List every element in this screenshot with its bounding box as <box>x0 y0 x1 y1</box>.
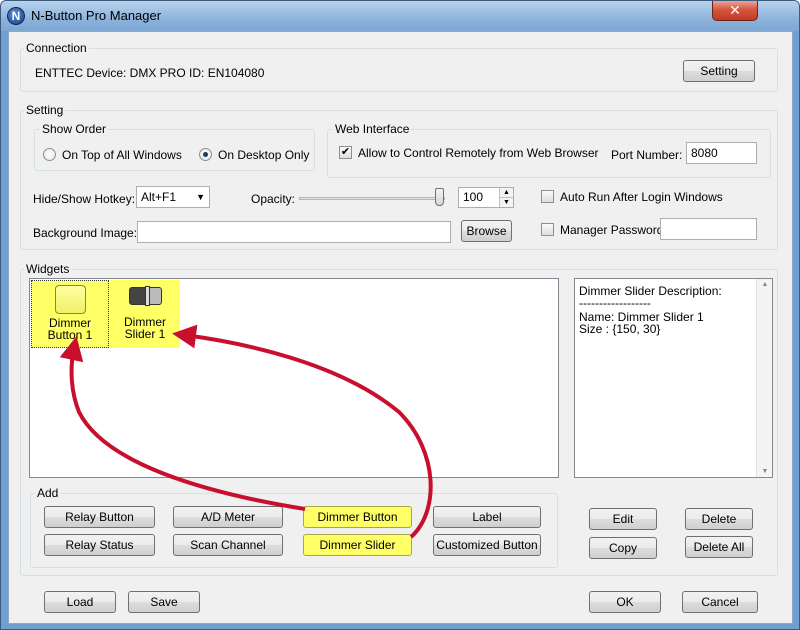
copy-button[interactable]: Copy <box>589 537 657 559</box>
browse-button[interactable]: Browse <box>461 220 512 242</box>
allow-remote-checkbox[interactable]: ✔ <box>339 146 352 159</box>
ok-button[interactable]: OK <box>589 591 661 613</box>
manager-password-checkbox[interactable] <box>541 223 554 236</box>
add-group-label: Add <box>35 486 61 500</box>
manager-password-input[interactable] <box>660 218 757 240</box>
opacity-spin-input[interactable]: 100 ▲ ▼ <box>458 187 514 208</box>
add-relay-status[interactable]: Relay Status <box>44 534 155 556</box>
save-button[interactable]: Save <box>128 591 200 613</box>
device-info-text: ENTTEC Device: DMX PRO ID: EN104080 <box>35 66 265 80</box>
scroll-down-icon[interactable]: ▼ <box>757 468 773 475</box>
client-area: Connection ENTTEC Device: DMX PRO ID: EN… <box>8 31 793 624</box>
port-number-input[interactable]: 8080 <box>686 142 757 164</box>
widget-label-line2: Slider 1 <box>124 327 166 341</box>
add-dimmer-slider[interactable]: Dimmer Slider <box>303 534 412 556</box>
dimmer-button-icon <box>55 285 86 314</box>
hotkey-label: Hide/Show Hotkey: <box>33 192 136 206</box>
widget-dimmer-slider-1[interactable]: Dimmer Slider 1 <box>110 280 180 348</box>
window-title: N-Button Pro Manager <box>31 8 162 23</box>
main-window: N N-Button Pro Manager ✕ Connection ENTT… <box>0 0 800 630</box>
widget-label-line2: Button 1 <box>47 328 93 342</box>
add-scan-channel[interactable]: Scan Channel <box>173 534 283 556</box>
widget-description-panel: Dimmer Slider Description: -------------… <box>574 278 773 478</box>
scroll-up-icon[interactable]: ▲ <box>757 281 773 288</box>
web-interface-label: Web Interface <box>333 122 412 136</box>
autorun-label: Auto Run After Login Windows <box>560 190 723 204</box>
cancel-button[interactable]: Cancel <box>682 591 758 613</box>
opacity-label: Opacity: <box>251 192 296 206</box>
hotkey-value: Alt+F1 <box>141 190 177 204</box>
delete-button[interactable]: Delete <box>685 508 753 530</box>
description-separator: ------------------ <box>579 296 651 310</box>
background-image-label: Background Image: <box>33 226 138 240</box>
close-icon: ✕ <box>729 2 741 18</box>
background-image-input[interactable] <box>137 221 451 243</box>
close-button[interactable]: ✕ <box>712 1 758 21</box>
setting-group-label: Setting <box>24 103 66 117</box>
show-order-label: Show Order <box>40 122 109 136</box>
add-customized-button[interactable]: Customized Button <box>433 534 541 556</box>
add-label[interactable]: Label <box>433 506 541 528</box>
port-number-label: Port Number: <box>611 148 683 162</box>
dimmer-slider-icon <box>129 286 162 306</box>
radio-on-desktop-label: On Desktop Only <box>218 148 310 162</box>
autorun-checkbox[interactable] <box>541 190 554 203</box>
add-ad-meter[interactable]: A/D Meter <box>173 506 283 528</box>
title-bar[interactable]: N N-Button Pro Manager ✕ <box>1 1 799 31</box>
spin-down-icon[interactable]: ▼ <box>499 198 513 207</box>
opacity-value: 100 <box>463 190 484 204</box>
widget-dimmer-button-1[interactable]: Dimmer Button 1 <box>31 280 109 348</box>
connection-group-label: Connection <box>24 41 89 55</box>
radio-on-desktop[interactable] <box>199 148 212 161</box>
radio-on-top[interactable] <box>43 148 56 161</box>
chevron-down-icon: ▼ <box>196 192 205 202</box>
description-size: Size : {150, 30} <box>579 322 661 336</box>
opacity-slider-thumb[interactable] <box>435 188 444 206</box>
add-group <box>30 493 558 568</box>
connection-setting-button[interactable]: Setting <box>683 60 755 82</box>
radio-on-top-label: On Top of All Windows <box>62 148 182 162</box>
opacity-slider-track[interactable] <box>299 197 445 200</box>
add-relay-button[interactable]: Relay Button <box>44 506 155 528</box>
add-dimmer-button[interactable]: Dimmer Button <box>303 506 412 528</box>
hotkey-combo[interactable]: Alt+F1 ▼ <box>136 186 210 208</box>
description-scrollbar[interactable]: ▲ ▼ <box>756 279 772 477</box>
delete-all-button[interactable]: Delete All <box>685 536 753 558</box>
spin-up-icon[interactable]: ▲ <box>499 188 513 198</box>
app-logo-icon: N <box>7 7 25 25</box>
edit-button[interactable]: Edit <box>589 508 657 530</box>
manager-password-label: Manager Password <box>560 223 664 237</box>
allow-remote-label: Allow to Control Remotely from Web Brows… <box>358 146 599 160</box>
widgets-group-label: Widgets <box>24 262 72 276</box>
load-button[interactable]: Load <box>44 591 116 613</box>
